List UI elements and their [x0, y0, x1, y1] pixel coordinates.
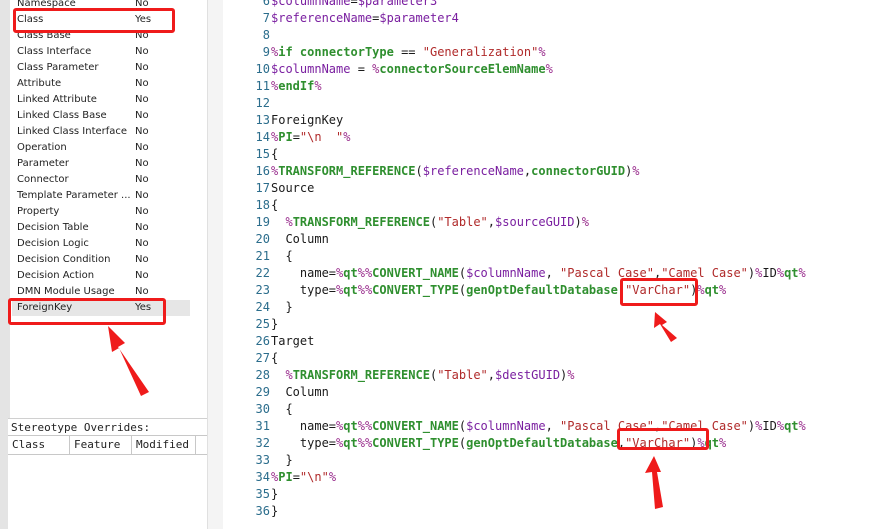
arrow-icon — [108, 326, 149, 396]
arrow-icon — [654, 312, 677, 342]
arrow-icon — [645, 456, 663, 509]
annotation-arrows — [108, 312, 677, 509]
